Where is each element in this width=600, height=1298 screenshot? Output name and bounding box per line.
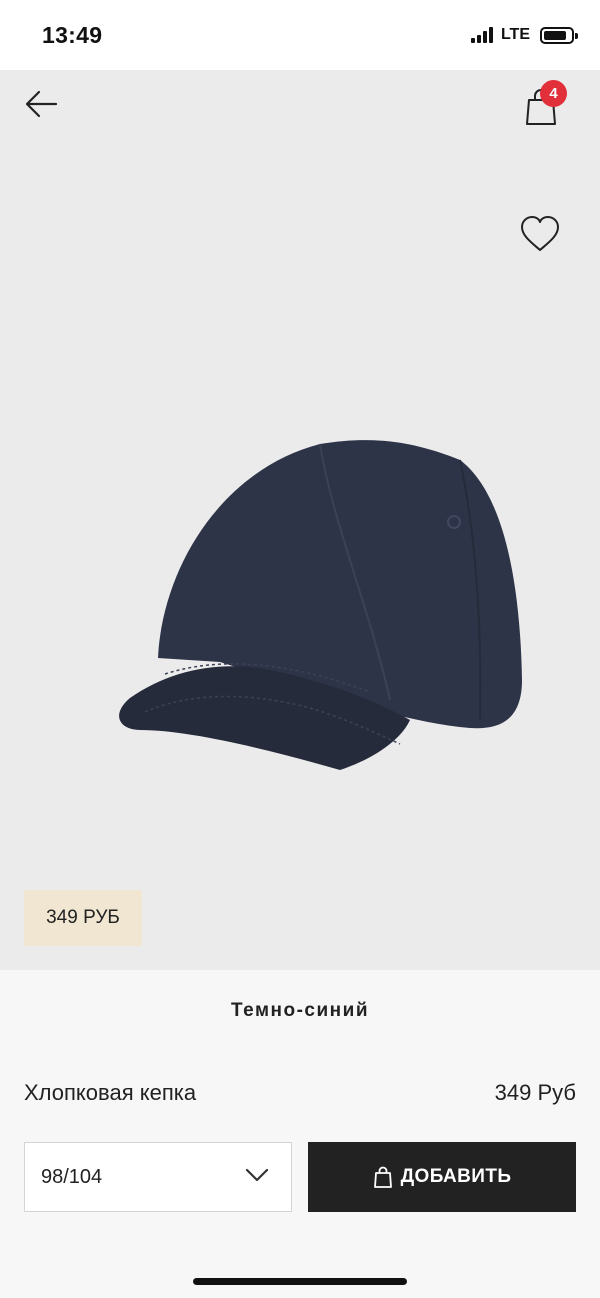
battery-icon xyxy=(540,26,578,44)
product-price: 349 Руб xyxy=(494,1080,576,1105)
add-to-cart-button[interactable]: ДОБАВИТЬ xyxy=(308,1142,576,1212)
cart-button[interactable]: 4 xyxy=(520,80,568,126)
chevron-down-icon xyxy=(245,1168,269,1182)
product-image: 4 349 РУБ xyxy=(0,70,600,970)
signal-icon xyxy=(470,27,493,43)
shopping-bag-icon xyxy=(373,1166,392,1188)
add-button-label: ДОБАВИТЬ xyxy=(400,1166,512,1187)
arrow-left-icon xyxy=(25,90,58,118)
product-details: Темно-синий Хлопковая кепка 349 Руб 98/1… xyxy=(0,970,600,1298)
network-label: LTE xyxy=(500,26,530,43)
price-tag: 349 РУБ xyxy=(24,890,142,946)
cart-count-badge: 4 xyxy=(540,80,567,107)
favorite-button[interactable] xyxy=(518,214,562,254)
cap-illustration xyxy=(119,440,522,770)
back-button[interactable] xyxy=(22,84,62,124)
size-value: 98/104 xyxy=(41,1165,103,1188)
size-select[interactable]: 98/104 xyxy=(24,1142,292,1212)
heart-icon xyxy=(521,216,559,251)
home-indicator xyxy=(193,1278,407,1285)
status-time: 13:49 xyxy=(42,22,103,48)
product-name: Хлопковая кепка xyxy=(24,1080,197,1105)
status-icons: LTE xyxy=(470,26,578,44)
status-bar: 13:49 LTE xyxy=(0,0,600,70)
color-name[interactable]: Темно-синий xyxy=(0,1000,600,1022)
